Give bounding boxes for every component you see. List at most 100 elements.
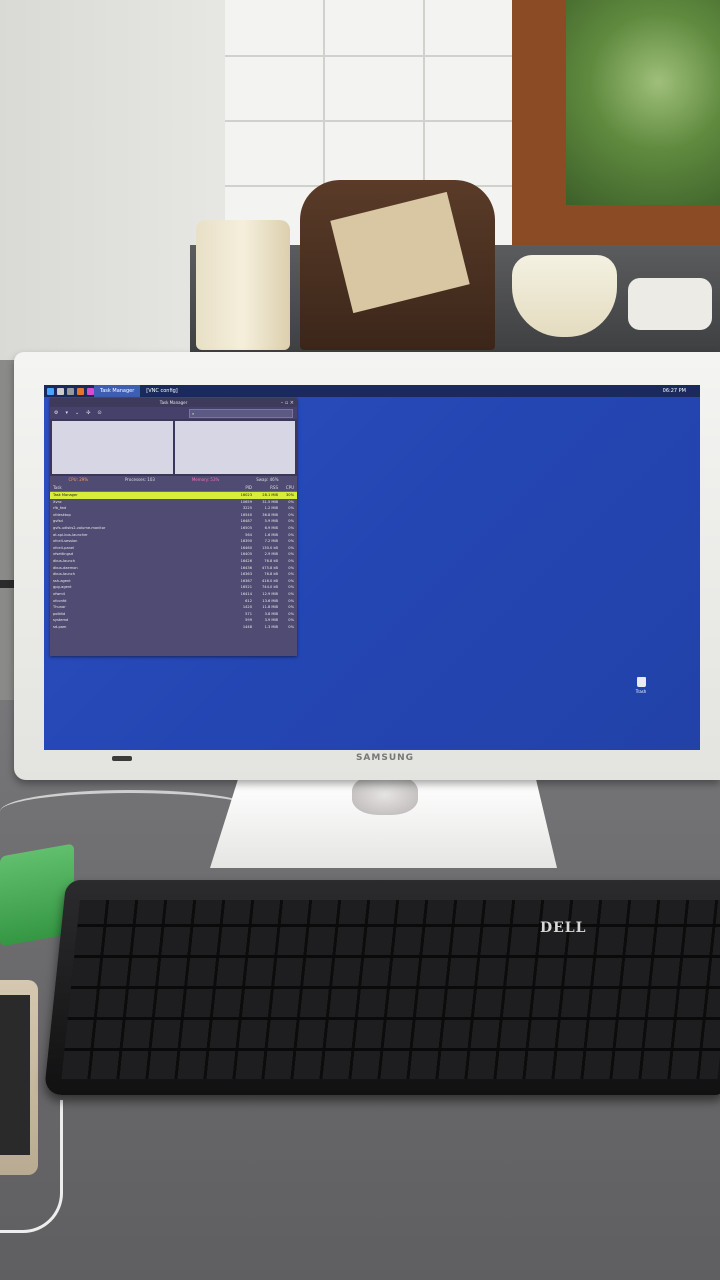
process-name: Thunar [53,605,66,610]
process-pid: 564 [245,532,252,537]
process-pid: 16390 [240,539,252,544]
monitor-stand-neck [352,775,418,815]
process-pid: 10659 [240,499,252,504]
table-row[interactable]: xfwm4 16414 12.9 MiB 0% [50,591,297,598]
table-row[interactable]: rfb_fwd 3225 1.2 MiB 0% [50,505,297,512]
process-rss: 416.0 kB [262,578,278,583]
table-row[interactable]: gvfsd 16487 5.9 MiB 0% [50,518,297,525]
process-pid: 16426 [240,558,252,563]
move-icon[interactable]: ✣ [86,410,90,416]
taskbar-vnc-config[interactable]: [VNC config] [140,385,183,397]
table-row[interactable]: xfce4-session 16390 7.2 MiB 0% [50,538,297,545]
table-row[interactable]: Task Manager 16023 28.1 MiB 30% [50,492,297,499]
usage-stats: CPU: 29% Processes: 103 Memory: 53% Swap… [50,476,297,484]
column-pid[interactable]: PID [232,484,252,491]
keyboard[interactable] [43,880,720,1095]
process-name: dbus-daemon [53,565,78,570]
column-cpu[interactable]: CPU [278,484,294,491]
table-row[interactable]: gpg-agent 16521 744.0 kB 0% [50,584,297,591]
process-cpu: 0% [288,585,294,590]
settings-icon[interactable]: ⚙ [54,410,58,416]
desktop-screen[interactable]: Task Manager [VNC config] 06:27 PM Task … [44,385,700,750]
taskbar-task-manager[interactable]: Task Manager [94,385,141,397]
process-name: gvfs-udisks2-volume-monitor [53,525,106,530]
process-name: xfwm4 [53,591,66,596]
trash-label: Trash [635,689,647,694]
snack-plate [628,278,712,330]
window-controls-icon[interactable]: – ▫ × [281,399,294,408]
column-task[interactable]: Task [53,484,232,491]
process-pid: 612 [245,598,252,603]
process-cpu: 0% [288,512,294,517]
process-name: sd-pam [53,624,67,629]
table-row[interactable]: dbus-launch 16426 76.8 kB 0% [50,558,297,565]
table-row[interactable]: dbus-launch 16363 76.8 kB 0% [50,571,297,578]
table-row[interactable]: Xvnc 10659 31.5 MiB 0% [50,499,297,506]
process-rss: 1.6 MiB [264,532,278,537]
table-row[interactable]: xfconfd 612 13.6 MiB 0% [50,598,297,605]
column-rss[interactable]: RSS [252,484,278,491]
process-cpu: 0% [288,572,294,577]
table-row[interactable]: sd-pam 1448 1.3 MiB 0% [50,624,297,631]
process-cpu: 0% [288,591,294,596]
table-row[interactable]: gvfs-udisks2-volume-monitor 16505 6.9 MiB 0… [50,525,297,532]
app-launcher-icon[interactable] [87,387,94,395]
target-icon[interactable]: ⊙ [97,410,101,416]
process-pid: 16521 [240,585,252,590]
files-icon[interactable] [67,387,74,395]
monitor-power-button[interactable] [112,756,132,761]
memory-graph [174,421,295,474]
chevron-down-icon[interactable]: ⌄ [75,410,79,416]
table-row[interactable]: at-spi-bus-launcher 564 1.6 MiB 0% [50,532,297,539]
cpu-graph [52,421,173,474]
terminal-icon[interactable] [57,387,64,395]
process-rss: 31.5 MiB [262,499,278,504]
task-manager-window[interactable]: Task Manager – ▫ × ⚙ ▾ ⌄ ✣ ⊙ ⌕ CPU: 29% … [50,398,297,656]
process-pid: 16460 [240,545,252,550]
task-manager-titlebar[interactable]: Task Manager – ▫ × [50,398,297,407]
usb-cable [0,1100,63,1233]
process-name: ssh-agent [53,578,71,583]
table-row[interactable]: polkitd 571 3.8 MiB 0% [50,611,297,618]
window-view [566,0,720,205]
process-name: rfb_fwd [53,506,67,511]
trash-icon[interactable] [636,677,646,687]
process-pid: 16023 [240,493,252,497]
table-row[interactable]: xfce4-panel 16460 130.0 kB 0% [50,545,297,552]
monitor-brand: SAMSUNG [355,753,415,763]
process-pid: 16487 [240,519,252,524]
process-cpu: 0% [288,532,294,537]
process-table-header: Task PID RSS CPU [50,484,297,492]
process-pid: 16436 [240,565,252,570]
process-rss: 76.8 kB [264,572,278,577]
process-name: xfdesktop [53,512,71,517]
process-name: dbus-launch [53,572,76,577]
process-pid: 3225 [242,506,252,511]
keyboard-keys[interactable] [61,900,720,1079]
process-pid: 16367 [240,578,252,583]
table-row[interactable]: xfsettingsd 16405 2.9 MiB 0% [50,551,297,558]
table-row[interactable]: xfdesktop 16540 36.8 MiB 0% [50,512,297,519]
process-name: systemd [53,618,69,623]
browser-icon[interactable] [77,387,84,395]
process-name: gvfsd [53,519,63,524]
table-row[interactable]: dbus-daemon 16436 475.8 kB 0% [50,565,297,572]
process-rss: 5.9 MiB [264,519,278,524]
process-cpu: 0% [288,611,294,616]
process-rss: 13.6 MiB [262,598,278,603]
trash-desktop-item[interactable]: Trash [634,677,648,694]
process-rss: 475.8 kB [262,565,278,570]
search-input[interactable]: ⌕ [189,408,293,418]
process-list: Task Manager 16023 28.1 MiB 30% Xvnc 10659 31.… [50,492,297,630]
apps-menu-icon[interactable] [47,387,54,395]
table-row[interactable]: ssh-agent 16367 416.0 kB 0% [50,578,297,585]
table-row[interactable]: Thunar 1420 11.8 MiB 0% [50,604,297,611]
view-menu-icon[interactable]: ▾ [65,410,68,416]
process-cpu: 0% [288,519,294,524]
process-cpu: 0% [288,605,294,610]
top-panel: Task Manager [VNC config] 06:27 PM [44,385,700,397]
process-rss: 7.2 MiB [264,539,278,544]
table-row[interactable]: systemd 599 3.9 MiB 0% [50,617,297,624]
panel-clock[interactable]: 06:27 PM [663,388,700,394]
process-rss: 28.1 MiB [262,493,278,497]
